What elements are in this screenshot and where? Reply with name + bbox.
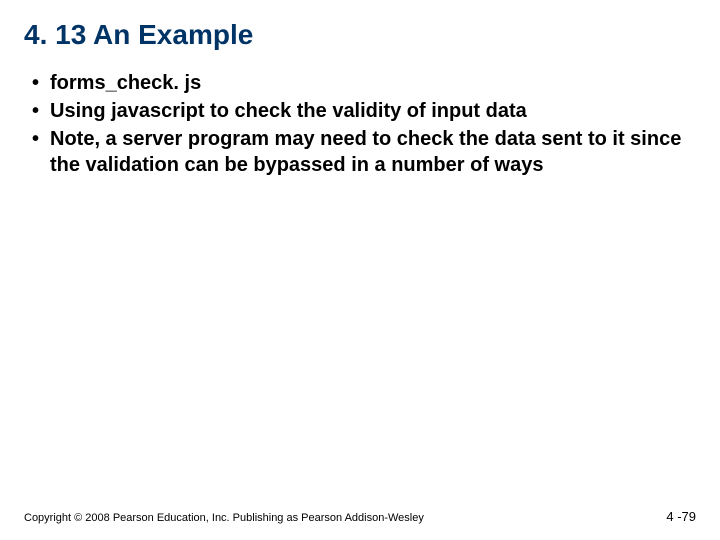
list-item: forms_check. js <box>32 70 696 96</box>
slide-title: 4. 13 An Example <box>24 18 696 52</box>
bullet-list: forms_check. js Using javascript to chec… <box>24 70 696 178</box>
slide-footer: Copyright © 2008 Pearson Education, Inc.… <box>24 509 696 524</box>
page-number: 4 -79 <box>666 509 696 524</box>
copyright-text: Copyright © 2008 Pearson Education, Inc.… <box>24 512 424 524</box>
slide: 4. 13 An Example forms_check. js Using j… <box>0 0 720 540</box>
list-item: Note, a server program may need to check… <box>32 126 696 178</box>
list-item: Using javascript to check the validity o… <box>32 98 696 124</box>
